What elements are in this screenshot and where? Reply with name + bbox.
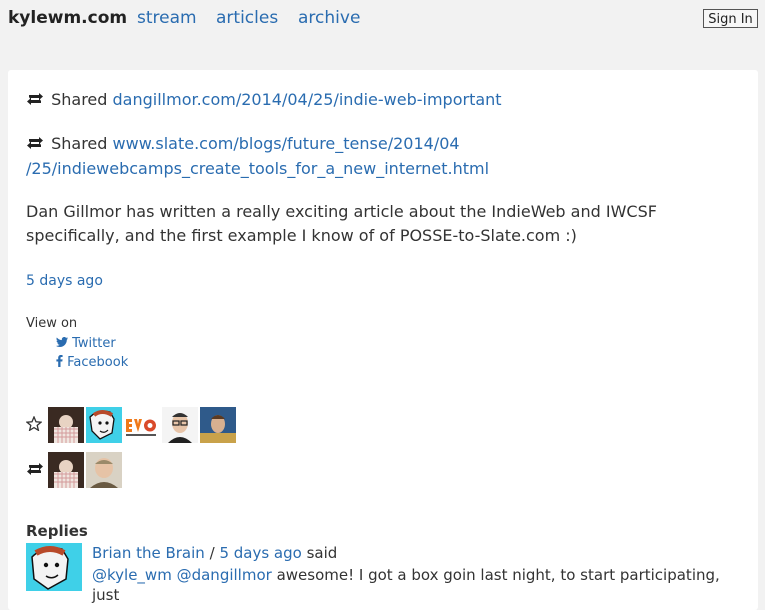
site-brand[interactable]: kylewm.com: [8, 8, 127, 28]
avatar[interactable]: [86, 452, 122, 488]
post-card: Shared dangillmor.com/2014/04/25/indie-w…: [8, 70, 758, 610]
post-body-line1: Dan Gillmor has written a really excitin…: [26, 202, 657, 221]
replies-heading: Replies: [26, 522, 88, 540]
reply-permalink[interactable]: 5 days ago: [219, 544, 301, 562]
facebook-icon: [56, 355, 67, 370]
twitter-label: Twitter: [72, 336, 116, 351]
post-body: Dan Gillmor has written a really excitin…: [26, 200, 726, 248]
share-entry: Shared dangillmor.com/2014/04/25/indie-w…: [26, 88, 726, 113]
share-entry: Shared www.slate.com/blogs/future_tense/…: [26, 132, 726, 181]
reply-header: Brian the Brain / 5 days ago said: [92, 543, 337, 563]
share-label: Shared: [51, 134, 108, 153]
view-on-label: View on: [26, 316, 78, 331]
top-nav: kylewm.com stream articles archive Sign …: [0, 0, 765, 40]
reply-mention-link[interactable]: @kyle_wm: [92, 566, 172, 584]
reply-said: said: [306, 544, 338, 562]
nav-articles[interactable]: articles: [216, 8, 278, 28]
avatar[interactable]: [48, 407, 84, 443]
share-label: Shared: [51, 90, 108, 109]
nav-stream[interactable]: stream: [137, 8, 197, 28]
shared-url-link-line1[interactable]: www.slate.com/blogs/future_tense/2014/04: [113, 134, 460, 153]
favorites-row: [25, 407, 238, 443]
shared-url-link-line2[interactable]: /25/indiewebcamps_create_tools_for_a_new…: [26, 159, 489, 178]
avatar[interactable]: [124, 407, 160, 443]
avatar[interactable]: [200, 407, 236, 443]
post-permalink[interactable]: 5 days ago: [26, 273, 103, 289]
reply-body: @kyle_wm @dangillmor awesome! I got a bo…: [92, 565, 722, 605]
avatar[interactable]: [26, 543, 82, 591]
nav-archive[interactable]: archive: [298, 8, 360, 28]
syndication-facebook-link[interactable]: Facebook: [56, 355, 128, 370]
reply-author-link[interactable]: Brian the Brain: [92, 544, 205, 562]
avatar[interactable]: [162, 407, 198, 443]
twitter-icon: [56, 336, 72, 351]
syndication-twitter-link[interactable]: Twitter: [56, 336, 116, 351]
star-icon: [25, 414, 48, 435]
post-body-line2: specifically, and the first example I kn…: [26, 226, 577, 245]
sign-in-button[interactable]: Sign In: [703, 9, 758, 28]
reply-mention-link[interactable]: @dangillmor: [177, 566, 272, 584]
repost-icon: [26, 461, 48, 480]
avatar[interactable]: [48, 452, 84, 488]
avatar[interactable]: [86, 407, 122, 443]
shared-url-link[interactable]: dangillmor.com/2014/04/25/indie-web-impo…: [113, 90, 502, 109]
reply-separator: /: [209, 544, 215, 562]
facebook-label: Facebook: [67, 355, 129, 370]
repost-icon: [26, 133, 46, 157]
reposts-row: [26, 452, 124, 488]
repost-icon: [26, 89, 46, 113]
post-content: Shared dangillmor.com/2014/04/25/indie-w…: [26, 88, 726, 293]
